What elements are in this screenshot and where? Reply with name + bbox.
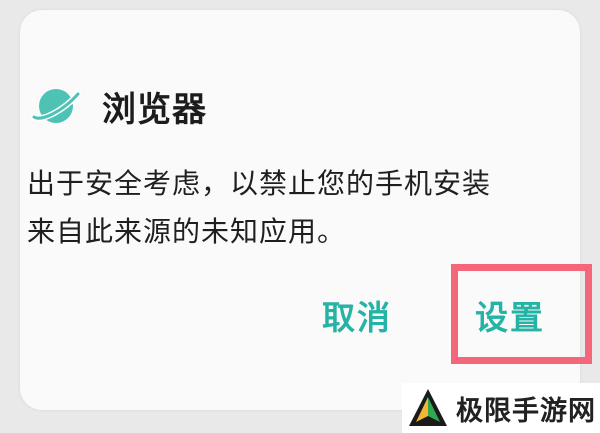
dialog-title: 浏览器: [102, 89, 207, 130]
site-watermark: 极限手游网: [402, 383, 600, 433]
message-line-1: 出于安全考虑，以禁止您的手机安装: [27, 167, 492, 200]
dialog-message: 出于安全考虑，以禁止您的手机安装 来自此来源的未知应用。: [27, 160, 542, 256]
dialog-header: 浏览器: [30, 84, 207, 130]
message-line-2: 来自此来源的未知应用。: [27, 215, 347, 248]
triangle-logo-icon: [404, 384, 452, 432]
planet-browser-icon: [30, 84, 82, 128]
cancel-button[interactable]: 取消: [322, 288, 392, 348]
watermark-text: 极限手游网: [456, 395, 596, 427]
highlight-annotation-box: [451, 264, 592, 364]
